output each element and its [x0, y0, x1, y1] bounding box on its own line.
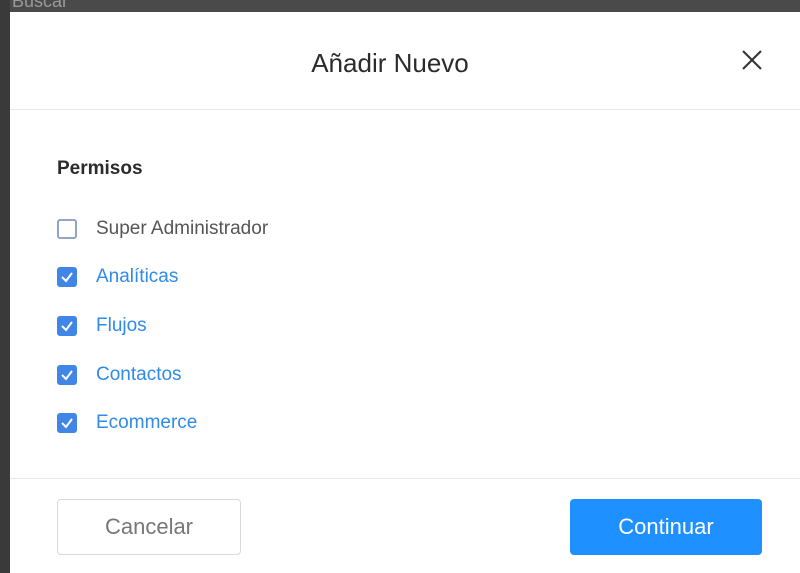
close-icon: [742, 50, 762, 70]
permission-label: Contactos: [96, 364, 182, 385]
permission-label: Super Administrador: [96, 218, 269, 239]
permission-label: Analíticas: [96, 266, 179, 287]
close-button[interactable]: [736, 44, 768, 76]
permission-flujos[interactable]: Flujos: [57, 314, 457, 338]
cancel-button[interactable]: Cancelar: [57, 499, 241, 555]
modal-header: Añadir Nuevo: [10, 12, 800, 110]
continue-button[interactable]: Continuar: [570, 499, 762, 555]
permission-checkbox[interactable]: [57, 413, 77, 433]
permission-label: Ecommerce: [96, 412, 198, 433]
permission-label: Flujos: [96, 315, 147, 336]
permission-contactos[interactable]: Contactos: [57, 363, 457, 387]
permission-checkbox[interactable]: [57, 365, 77, 385]
check-icon: [61, 321, 73, 332]
permission-checkbox[interactable]: [57, 267, 77, 287]
permission-super-administrador[interactable]: Super Administrador: [57, 217, 457, 241]
backdrop-search-text: Buscar: [12, 0, 69, 11]
modal-title: Añadir Nuevo: [311, 48, 469, 78]
modal-footer: Cancelar Continuar: [10, 478, 800, 573]
permission-checkbox[interactable]: [57, 316, 77, 336]
permissions-section-title: Permisos: [57, 158, 143, 179]
permission-analiticas[interactable]: Analíticas: [57, 265, 457, 289]
check-icon: [61, 370, 73, 381]
permission-checkbox[interactable]: [57, 219, 77, 239]
permission-ecommerce[interactable]: Ecommerce: [57, 411, 457, 435]
backdrop-top-edge: [0, 0, 800, 12]
add-new-modal: Añadir Nuevo Permisos Super Administrado…: [10, 12, 800, 573]
check-icon: [61, 272, 73, 283]
check-icon: [61, 418, 73, 429]
backdrop-left-edge: [0, 0, 10, 573]
